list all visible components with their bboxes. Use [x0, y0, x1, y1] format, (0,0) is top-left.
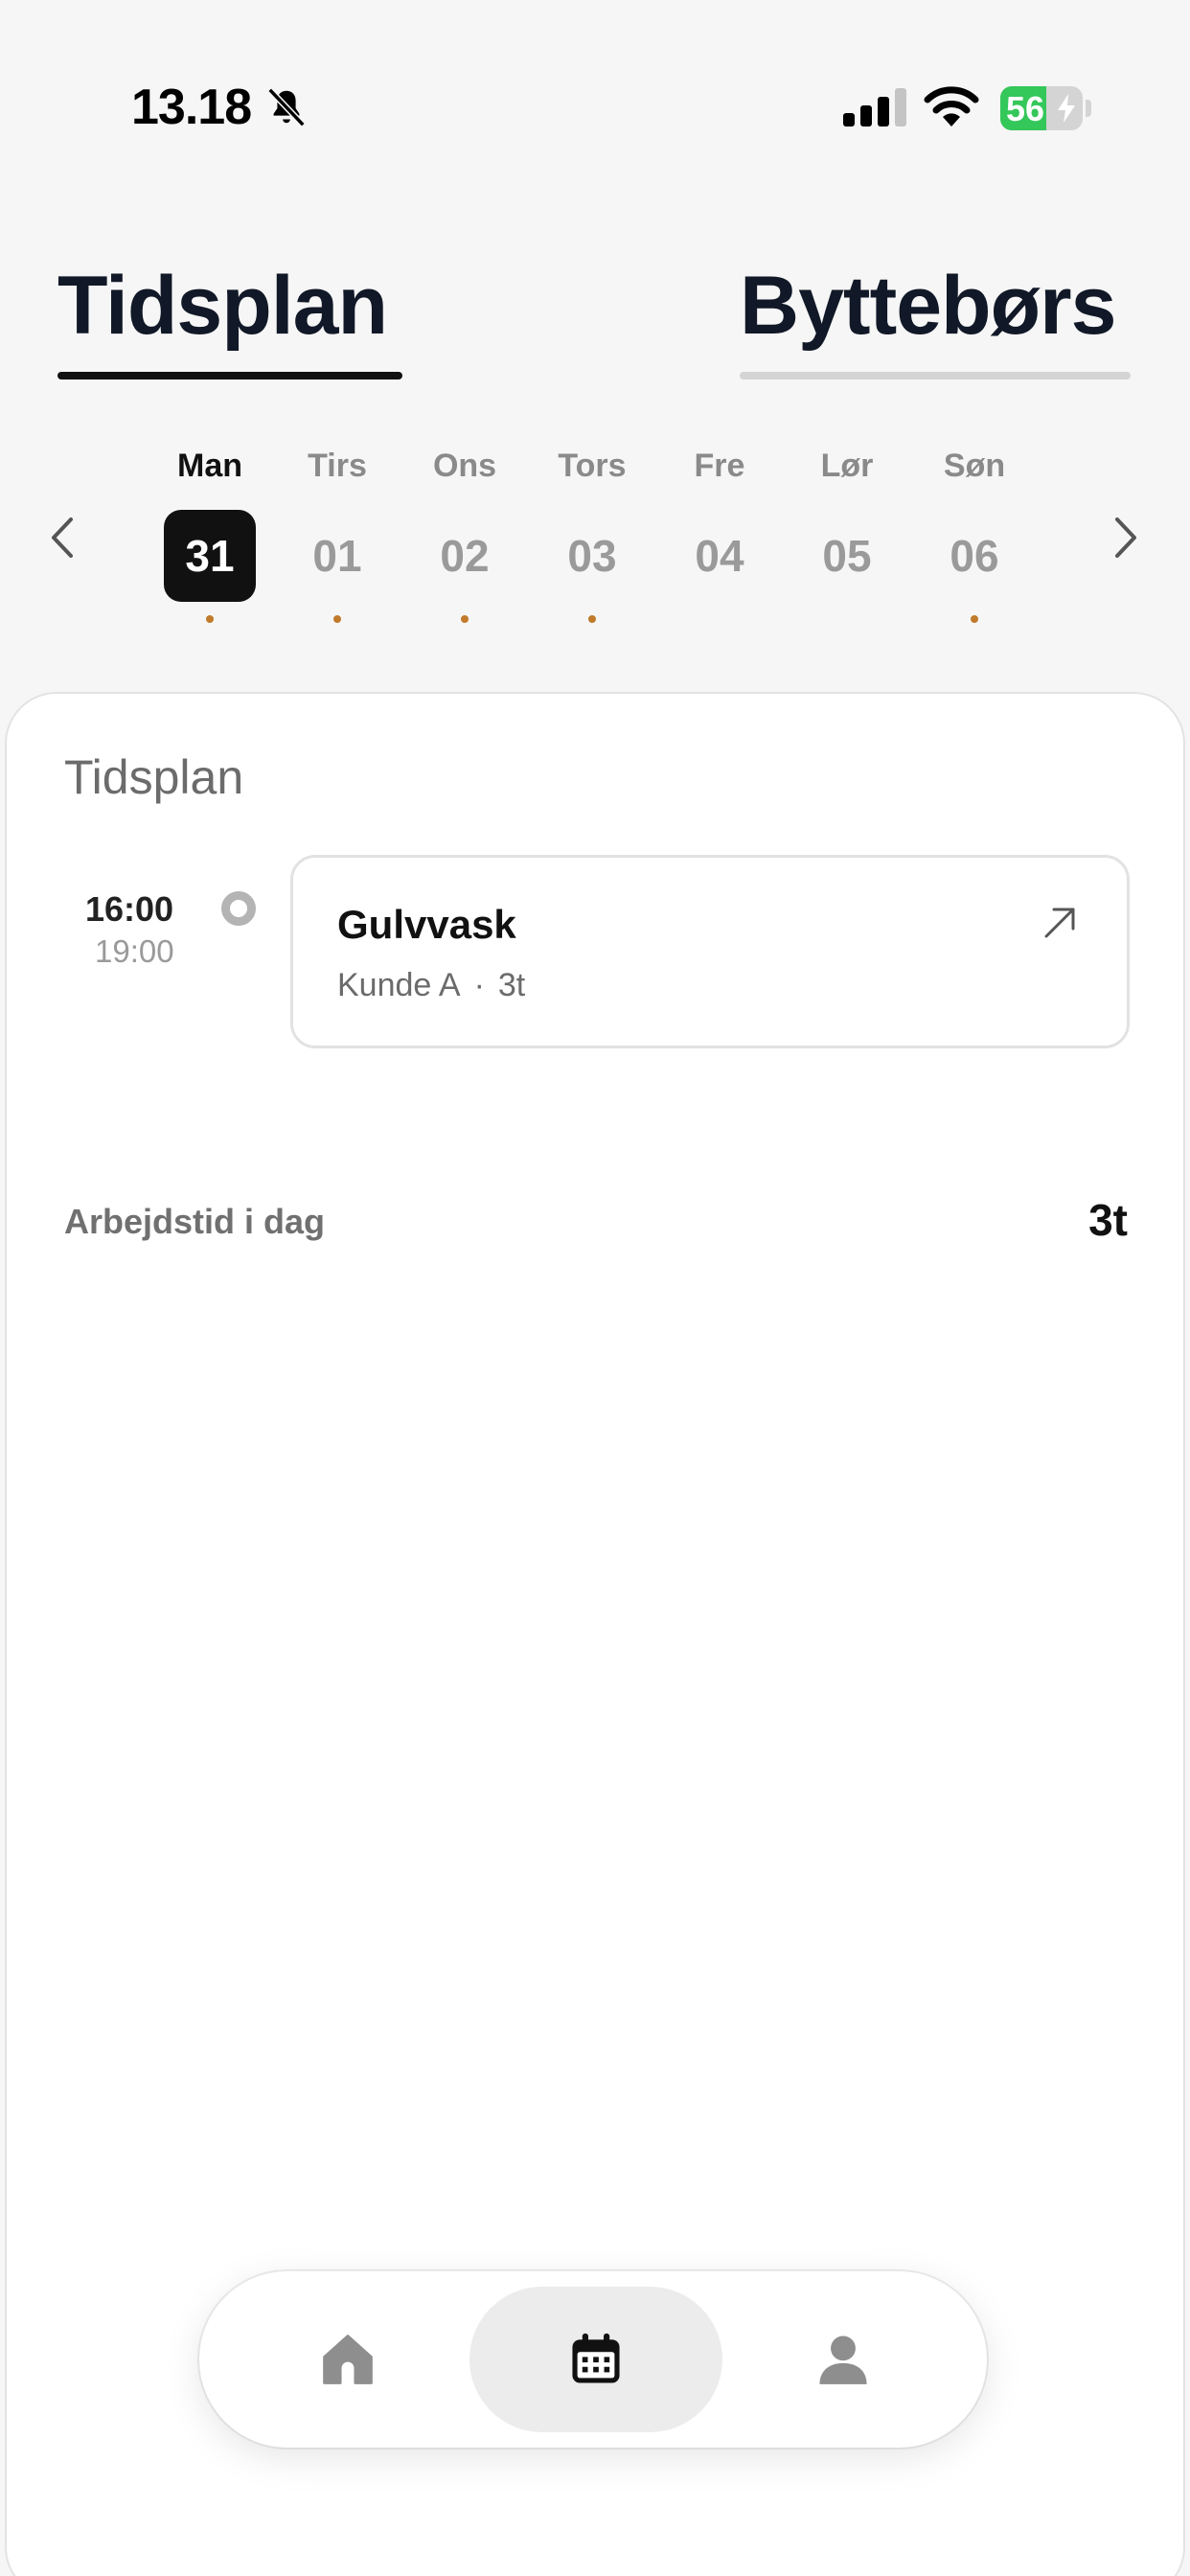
event-card[interactable]: Gulvvask Kunde A · 3t — [290, 855, 1130, 1048]
day-2[interactable]: Ons 02 — [407, 443, 522, 623]
event-status-icon — [221, 891, 256, 926]
battery-level: 56 — [1006, 89, 1045, 128]
day-name: Tors — [558, 448, 627, 484]
tab-byttebors-underline — [740, 372, 1131, 380]
tab-byttebors[interactable]: Byttebørs — [740, 259, 1116, 354]
event-duration: 3t — [497, 967, 526, 1003]
wifi-icon — [924, 86, 979, 126]
battery-cap — [1086, 100, 1091, 117]
signal-icon — [843, 88, 906, 126]
day-name: Søn — [943, 448, 1006, 484]
day-number: 06 — [950, 531, 999, 581]
chevron-left-icon[interactable] — [44, 512, 82, 564]
event-indicator-dot — [333, 615, 341, 623]
day-number: 01 — [312, 531, 362, 581]
arrow-up-right-icon[interactable] — [1041, 904, 1079, 942]
event-customer: Kunde A — [337, 967, 461, 1003]
bell-slash-icon — [267, 87, 306, 127]
event-end-time: 19:00 — [95, 933, 174, 969]
person-icon — [819, 2335, 867, 2384]
nav-profile[interactable] — [738, 2287, 949, 2432]
day-0[interactable]: Man 31 — [152, 443, 267, 623]
day-name: Fre — [694, 448, 745, 484]
day-number: 04 — [695, 531, 744, 581]
event-indicator-dot — [461, 615, 469, 623]
day-number: 02 — [440, 531, 490, 581]
day-6[interactable]: Søn 06 — [917, 443, 1032, 623]
event-start-time: 16:00 — [85, 889, 174, 929]
event-indicator-dot — [588, 615, 596, 623]
day-4[interactable]: Fre 04 — [662, 443, 777, 623]
workday-label: Arbejdstid i dag — [64, 1202, 326, 1241]
day-number: 03 — [567, 531, 617, 581]
day-5[interactable]: Lør 05 — [790, 443, 904, 623]
status-bar: 13.18 56 — [0, 0, 1190, 192]
day-3[interactable]: Tors 03 — [535, 443, 650, 623]
day-number: 31 — [164, 510, 256, 602]
section-title: Tidsplan — [64, 750, 244, 804]
bottom-nav — [199, 2271, 987, 2448]
workday-value: 3t — [1088, 1195, 1128, 1245]
day-number: 05 — [822, 531, 872, 581]
nav-calendar[interactable] — [469, 2287, 722, 2432]
event-meta-separator: · — [473, 967, 485, 1003]
battery-charging-icon: 56 — [1000, 86, 1083, 130]
bolt-icon — [1058, 94, 1075, 123]
day-name: Ons — [432, 448, 497, 484]
calendar-icon — [572, 2333, 620, 2383]
tab-tidsplan-underline — [57, 372, 402, 380]
home-icon — [323, 2334, 373, 2384]
event-indicator-dot — [971, 615, 978, 623]
day-name: Tirs — [308, 448, 367, 484]
tab-tidsplan[interactable]: Tidsplan — [57, 259, 388, 354]
event-title: Gulvvask — [337, 902, 516, 947]
status-time: 13.18 — [131, 80, 252, 135]
event-meta: Kunde A · 3t — [337, 967, 525, 1004]
day-name: Man — [177, 448, 242, 484]
chevron-right-icon[interactable] — [1106, 512, 1144, 564]
day-1[interactable]: Tirs 01 — [280, 443, 395, 623]
nav-home[interactable] — [238, 2287, 458, 2432]
day-name: Lør — [820, 448, 874, 484]
event-indicator-dot — [206, 615, 214, 623]
